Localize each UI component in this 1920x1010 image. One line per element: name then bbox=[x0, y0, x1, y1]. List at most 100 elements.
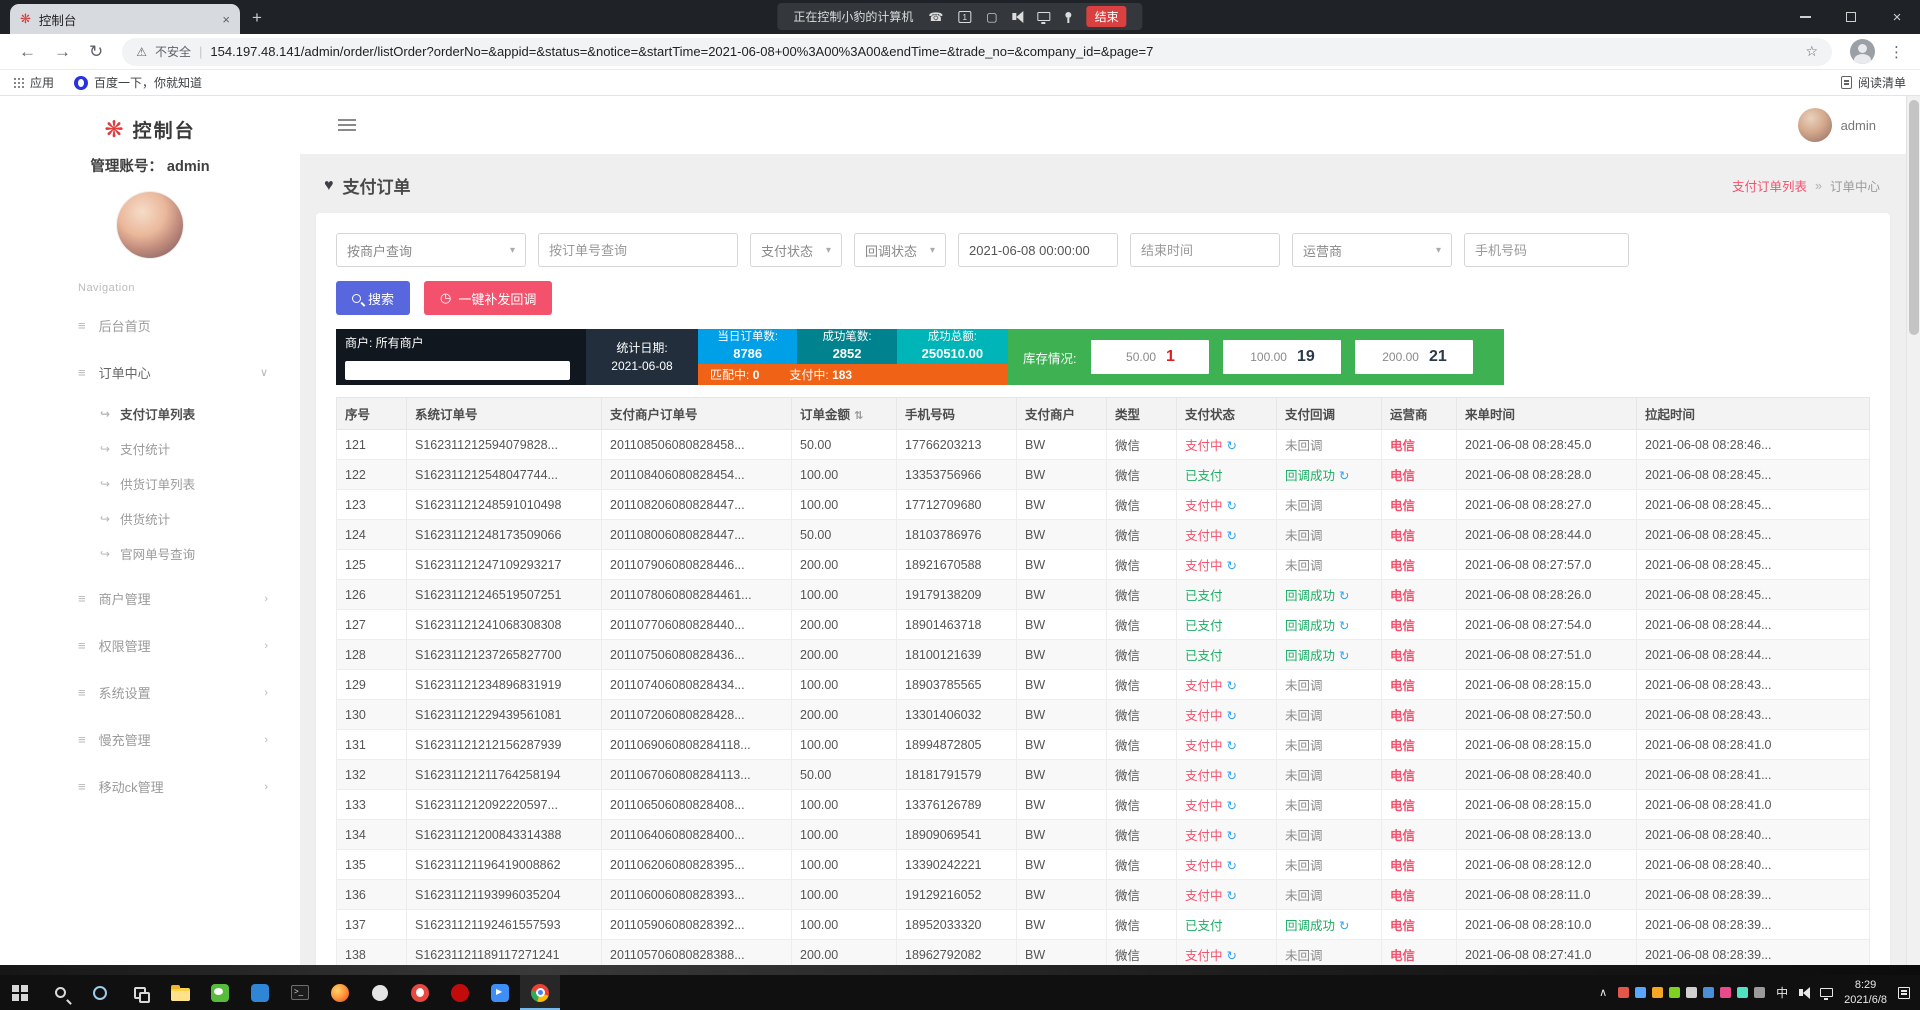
column-header[interactable]: 支付商户订单号 bbox=[602, 398, 792, 430]
tray-icon-4[interactable] bbox=[1669, 987, 1680, 998]
browser-tab[interactable]: ❋ 控制台 × bbox=[10, 4, 240, 34]
action-center-icon[interactable] bbox=[1898, 987, 1910, 999]
column-header[interactable]: 来单时间 bbox=[1457, 398, 1637, 430]
column-header[interactable]: 序号 bbox=[337, 398, 407, 430]
refresh-icon[interactable]: ↻ bbox=[1339, 469, 1349, 483]
sidebar-subitem[interactable]: ↪官网单号查询 bbox=[0, 536, 300, 571]
display-icon[interactable] bbox=[1038, 12, 1051, 21]
window-count-icon[interactable]: 1 bbox=[958, 11, 971, 23]
refresh-icon[interactable]: ↻ bbox=[1339, 649, 1349, 663]
reading-list-button[interactable]: 阅读清单 bbox=[1841, 74, 1906, 91]
refresh-icon[interactable]: ↻ bbox=[1227, 529, 1237, 543]
tray-icon-6[interactable] bbox=[1703, 987, 1714, 998]
end-control-button[interactable]: 结束 bbox=[1087, 6, 1127, 27]
refresh-icon[interactable]: ↻ bbox=[1227, 679, 1237, 693]
sort-icon[interactable]: ⇅ bbox=[854, 410, 863, 422]
apps-shortcut[interactable]: 应用 bbox=[14, 74, 54, 91]
refresh-icon[interactable]: ↻ bbox=[1227, 769, 1237, 783]
refresh-icon[interactable]: ↻ bbox=[89, 42, 103, 62]
refresh-icon[interactable]: ↻ bbox=[1227, 829, 1237, 843]
sidebar-item-merchant-management[interactable]: ≡商户管理› bbox=[0, 575, 300, 622]
tray-icon-5[interactable] bbox=[1686, 987, 1697, 998]
taskbar-wechat-button[interactable] bbox=[200, 975, 240, 1010]
phone-input[interactable] bbox=[1464, 233, 1629, 267]
sidebar-item-home[interactable]: ≡后台首页 bbox=[0, 302, 300, 349]
tray-icon-7[interactable] bbox=[1720, 987, 1731, 998]
tray-icon-8[interactable] bbox=[1737, 987, 1748, 998]
operator-select[interactable]: 运营商 ▾ bbox=[1292, 233, 1452, 267]
input-method-indicator[interactable]: 中 bbox=[1776, 984, 1788, 1001]
fullscreen-icon[interactable]: ▢ bbox=[986, 10, 997, 24]
speaker-icon[interactable] bbox=[1013, 13, 1023, 20]
address-bar[interactable]: ⚠ 不安全 | 154.197.48.141/admin/order/listO… bbox=[122, 38, 1832, 66]
taskbar-terminal-button[interactable] bbox=[280, 975, 320, 1010]
refresh-icon[interactable]: ↻ bbox=[1339, 919, 1349, 933]
start-time-input[interactable] bbox=[958, 233, 1118, 267]
search-button[interactable]: 搜索 bbox=[336, 281, 410, 315]
taskbar-potplayer-button[interactable] bbox=[480, 975, 520, 1010]
warning-icon[interactable]: ⚠ bbox=[136, 45, 147, 59]
tray-icon-2[interactable] bbox=[1635, 987, 1646, 998]
taskbar-chrome-button[interactable] bbox=[520, 975, 560, 1010]
logo[interactable]: ❋ 控制台 bbox=[0, 96, 300, 143]
refresh-icon[interactable]: ↻ bbox=[1227, 559, 1237, 573]
sidebar-subitem[interactable]: ↪支付订单列表 bbox=[0, 396, 300, 431]
order-no-input[interactable] bbox=[538, 233, 738, 267]
volume-icon[interactable] bbox=[1799, 989, 1809, 996]
new-tab-button[interactable]: + bbox=[252, 8, 262, 28]
merchant-filter-select[interactable]: 按商户查询 ▾ bbox=[336, 233, 526, 267]
tray-icon-1[interactable] bbox=[1618, 987, 1629, 998]
sidebar-item-system-settings[interactable]: ≡系统设置› bbox=[0, 669, 300, 716]
tab-close-icon[interactable]: × bbox=[222, 12, 230, 27]
taskbar-cortana-button[interactable] bbox=[80, 975, 120, 1010]
taskbar-mouse-utility-button[interactable] bbox=[360, 975, 400, 1010]
sidebar-subitem[interactable]: ↪供货订单列表 bbox=[0, 466, 300, 501]
refresh-icon[interactable]: ↻ bbox=[1339, 589, 1349, 603]
sidebar-subitem[interactable]: ↪供货统计 bbox=[0, 501, 300, 536]
end-time-input[interactable] bbox=[1130, 233, 1280, 267]
sidebar-toggle-icon[interactable] bbox=[338, 119, 356, 121]
browser-menu-icon[interactable]: ⋮ bbox=[1889, 43, 1904, 61]
column-header[interactable]: 支付回调 bbox=[1277, 398, 1382, 430]
sidebar-item-slow-charge-management[interactable]: ≡慢充管理› bbox=[0, 716, 300, 763]
refresh-icon[interactable]: ↻ bbox=[1227, 799, 1237, 813]
forward-icon[interactable]: → bbox=[54, 42, 71, 62]
taskbar-netease-music-button[interactable] bbox=[440, 975, 480, 1010]
phone-icon[interactable]: ☎ bbox=[928, 10, 943, 24]
refresh-icon[interactable]: ↻ bbox=[1227, 859, 1237, 873]
user-avatar[interactable] bbox=[117, 192, 183, 258]
close-button[interactable]: × bbox=[1874, 0, 1920, 34]
profile-avatar-icon[interactable] bbox=[1850, 39, 1875, 64]
admin-menu[interactable]: admin bbox=[1798, 108, 1876, 142]
taskbar-clock[interactable]: 8:29 2021/6/8 bbox=[1844, 978, 1887, 1008]
sidebar-item-permission-management[interactable]: ≡权限管理› bbox=[0, 622, 300, 669]
taskbar-task-view-button[interactable] bbox=[120, 975, 160, 1010]
refresh-icon[interactable]: ↻ bbox=[1339, 619, 1349, 633]
tray-icon-9[interactable] bbox=[1754, 987, 1765, 998]
taskbar-qq-button[interactable] bbox=[400, 975, 440, 1010]
page-scrollbar[interactable] bbox=[1906, 96, 1920, 965]
refresh-icon[interactable]: ↻ bbox=[1227, 949, 1237, 963]
taskbar-search-button[interactable] bbox=[40, 975, 80, 1010]
maximize-button[interactable] bbox=[1828, 0, 1874, 34]
refresh-icon[interactable]: ↻ bbox=[1227, 439, 1237, 453]
back-icon[interactable]: ← bbox=[19, 42, 36, 62]
sidebar-subitem[interactable]: ↪支付统计 bbox=[0, 431, 300, 466]
scrollbar-thumb[interactable] bbox=[1909, 100, 1919, 335]
resend-callback-button[interactable]: ◷ 一键补发回调 bbox=[424, 281, 552, 315]
pay-status-select[interactable]: 支付状态 ▾ bbox=[750, 233, 842, 267]
sidebar-item-order-center[interactable]: ≡订单中心∨ bbox=[0, 349, 300, 396]
refresh-icon[interactable]: ↻ bbox=[1227, 499, 1237, 513]
taskbar-firefox-button[interactable] bbox=[320, 975, 360, 1010]
minimize-button[interactable] bbox=[1782, 0, 1828, 34]
hidden-icons-expand[interactable]: ∧ bbox=[1599, 986, 1607, 999]
refresh-icon[interactable]: ↻ bbox=[1227, 739, 1237, 753]
taskbar-start-button[interactable] bbox=[0, 975, 40, 1010]
refresh-icon[interactable]: ↻ bbox=[1227, 709, 1237, 723]
breadcrumb-parent[interactable]: 订单中心 bbox=[1830, 176, 1880, 195]
url-text[interactable]: 154.197.48.141/admin/order/listOrder?ord… bbox=[210, 44, 1797, 59]
callback-status-select[interactable]: 回调状态 ▾ bbox=[854, 233, 946, 267]
column-header[interactable]: 支付商户 bbox=[1017, 398, 1107, 430]
column-header[interactable]: 订单金额⇅ bbox=[792, 398, 897, 430]
merchant-quick-input[interactable] bbox=[345, 361, 570, 380]
